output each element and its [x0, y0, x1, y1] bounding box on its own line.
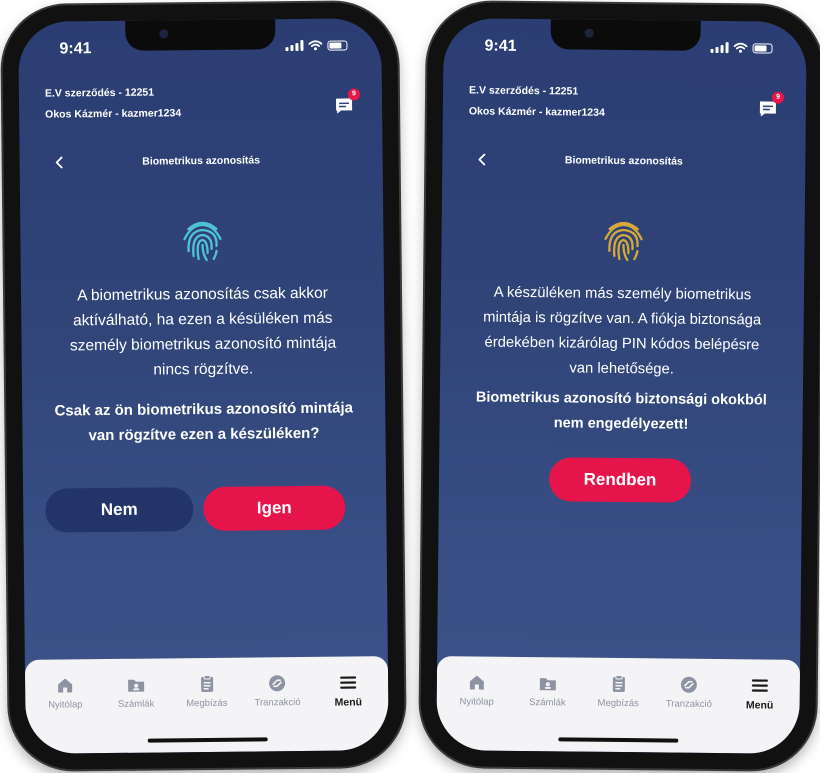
status-icons	[285, 39, 348, 52]
confirm-question: Csak az ön biometrikus azonosító mintája…	[40, 395, 368, 448]
phone-left: 9:41 E.V szerződés - 12251 Okos Kázmér -…	[2, 1, 405, 771]
wifi-icon	[308, 40, 323, 51]
warning-line: A készüléken más személy biometrikus	[493, 284, 752, 304]
fingerprint-icon	[603, 221, 643, 262]
nav-row: Biometrikus azonosítás	[20, 150, 383, 174]
warning-line: érdekében kizárólag PIN kódos belépésre	[484, 334, 760, 354]
yes-button[interactable]: Igen	[203, 485, 346, 532]
notice-line: Biometrikus azonosító biztonsági okokból	[475, 389, 767, 409]
tab-transactions[interactable]: Tranzakció	[247, 673, 307, 710]
camera	[584, 28, 594, 38]
info-line: A biometrikus azonosítás csak akkor	[77, 284, 328, 305]
screen: 9:41 E.V szerződés - 12251 Okos Kázmér -…	[436, 18, 807, 754]
notification-badge: 9	[347, 88, 361, 101]
clipboard-icon	[200, 674, 213, 693]
status-time: 9:41	[59, 40, 92, 58]
notch	[550, 19, 701, 51]
ok-button[interactable]: Rendben	[548, 457, 692, 503]
notification-badge: 9	[771, 91, 785, 104]
battery-icon	[327, 39, 348, 51]
tab-bar: Nyitólap Számlák Megbízás Tranzakció Men…	[436, 656, 801, 754]
info-line: személy biometrikus azonosító mintája	[69, 334, 337, 355]
user-label: Okos Kázmér - kazmer1234	[468, 105, 605, 119]
home-icon	[469, 675, 484, 690]
tab-transactions[interactable]: Tranzakció	[659, 674, 719, 711]
question-line: Csak az ön biometrikus azonosító mintája	[54, 399, 354, 420]
tab-accounts[interactable]: Számlák	[106, 674, 166, 711]
home-indicator	[557, 737, 678, 743]
tab-label: Számlák	[529, 697, 566, 709]
transfer-icon	[269, 675, 286, 692]
contract-label: E.V szerződés - 12251	[469, 84, 579, 98]
tab-accounts[interactable]: Számlák	[517, 673, 577, 710]
tab-label: Megbízás	[597, 697, 639, 710]
tab-label: Nyitólap	[459, 696, 494, 708]
question-line: van rögzítve ezen a készüléken?	[88, 424, 320, 445]
accounts-icon	[127, 679, 144, 692]
tab-label: Menü	[745, 699, 774, 712]
tab-label: Számlák	[117, 698, 155, 710]
signal-icon	[710, 42, 729, 54]
warning-message: A készüléken más személy biometrikus min…	[462, 280, 782, 383]
menu-icon	[751, 679, 768, 692]
screen: 9:41 E.V szerződés - 12251 Okos Kázmér -…	[18, 18, 389, 754]
tab-orders[interactable]: Megbízás	[177, 674, 237, 711]
tab-orders[interactable]: Megbízás	[588, 674, 648, 711]
camera	[158, 29, 168, 39]
status-icons	[710, 42, 773, 54]
tab-label: Tranzakció	[254, 697, 301, 709]
page-title: Biometrikus azonosítás	[142, 154, 261, 168]
tab-menu[interactable]: Menü	[730, 675, 790, 712]
messages-button[interactable]: 9	[334, 88, 361, 115]
warning-line: van lehetősége.	[569, 360, 674, 378]
page-title: Biometrikus azonosítás	[564, 154, 683, 168]
stage: 9:41 E.V szerződés - 12251 Okos Kázmér -…	[0, 0, 820, 773]
phone-right: 9:41 E.V szerződés - 12251 Okos Kázmér -…	[420, 1, 820, 771]
tabs: Nyitólap Számlák Megbízás Tranzakció Men…	[447, 672, 790, 712]
warning-line: mintája is rögzítve van. A fiókja bizton…	[483, 309, 762, 329]
tab-home[interactable]: Nyitólap	[35, 675, 95, 712]
not-allowed-notice: Biometrikus azonosító biztonsági okokból…	[457, 385, 785, 438]
tab-label: Nyitólap	[48, 699, 83, 711]
messages-button[interactable]: 9	[758, 91, 785, 118]
tab-bar: Nyitólap Számlák Megbízás Tranzakció Men…	[24, 656, 389, 754]
tab-menu[interactable]: Menü	[318, 672, 378, 709]
notch	[124, 19, 275, 51]
home-icon	[58, 678, 73, 693]
signal-icon	[285, 39, 304, 52]
nav-row: Biometrikus azonosítás	[442, 150, 805, 174]
no-button[interactable]: Nem	[45, 487, 194, 533]
transfer-icon	[681, 676, 698, 693]
tab-label: Megbízás	[186, 697, 228, 710]
home-indicator	[147, 737, 268, 743]
info-line: nincs rögzítve.	[153, 360, 254, 379]
tabs: Nyitólap Számlák Megbízás Tranzakció Men…	[35, 672, 378, 712]
contract-label: E.V szerződés - 12251	[44, 86, 155, 100]
tab-home[interactable]: Nyitólap	[447, 672, 507, 709]
menu-icon	[340, 676, 357, 689]
clipboard-icon	[612, 674, 625, 693]
accounts-icon	[539, 678, 556, 691]
fingerprint-icon	[182, 221, 222, 262]
status-time: 9:41	[484, 37, 517, 55]
tab-label: Tranzakció	[665, 698, 713, 710]
notice-line: nem engedélyezett!	[553, 415, 689, 433]
info-message: A biometrikus azonosítás csak akkor aktí…	[43, 280, 363, 383]
wifi-icon	[733, 42, 748, 53]
user-label: Okos Kázmér - kazmer1234	[45, 107, 182, 121]
battery-icon	[752, 42, 773, 54]
info-line: aktíválható, ha ezen a késüléken más	[73, 309, 333, 330]
tab-label: Menü	[334, 696, 363, 709]
